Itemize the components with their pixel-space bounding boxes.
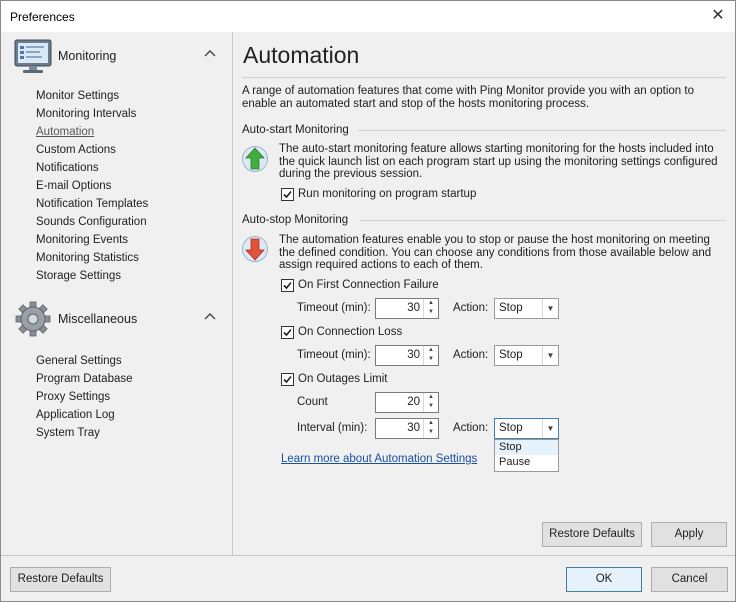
group-miscellaneous[interactable]: Miscellaneous [14,300,222,338]
autostart-heading-line [358,130,726,131]
connection-loss-action-value: Stop [499,349,523,361]
connection-loss-checkbox[interactable] [281,326,294,339]
spin-down-icon[interactable]: ▼ [424,355,438,364]
connection-loss-action-select[interactable]: Stop ▼ [494,345,559,366]
nav-sounds-configuration[interactable]: Sounds Configuration [36,213,148,231]
monitor-icon [14,39,52,73]
connection-loss-timeout-spinner[interactable]: 30 ▲ ▼ [375,345,439,366]
outages-count-value: 20 [407,396,420,408]
learn-more-link[interactable]: Learn more about Automation Settings [281,453,477,465]
nav-monitoring-statistics[interactable]: Monitoring Statistics [36,249,148,267]
window-title: Preferences [10,10,75,24]
chevron-down-icon: ▼ [542,299,558,318]
autostart-heading: Auto-start Monitoring [242,124,349,136]
arrow-up-icon [242,146,268,172]
preferences-window: Preferences ✕ Monitoring Monitor Setting… [0,0,736,602]
page-title: Automation [243,42,360,68]
connection-loss-timeout-label: Timeout (min): [297,349,371,361]
outages-limit-label: On Outages Limit [298,373,388,385]
nav-monitoring-intervals[interactable]: Monitoring Intervals [36,105,148,123]
first-failure-action-label: Action: [453,302,489,314]
first-failure-action-select[interactable]: Stop ▼ [494,298,559,319]
nav-automation[interactable]: Automation [36,123,148,141]
nav-general-settings[interactable]: General Settings [36,352,133,370]
chevron-up-icon[interactable] [204,48,216,60]
option-pause[interactable]: Pause [495,455,558,470]
spin-down-icon[interactable]: ▼ [424,428,438,437]
group-label-monitoring: Monitoring [58,49,117,63]
nav-system-tray[interactable]: System Tray [36,424,133,442]
outages-count-spinner[interactable]: 20 ▲ ▼ [375,392,439,413]
run-on-startup-checkbox[interactable] [281,188,294,201]
cancel-button[interactable]: Cancel [651,567,728,592]
title-separator [242,77,726,78]
nav-notification-templates[interactable]: Notification Templates [36,195,148,213]
first-failure-label: On First Connection Failure [298,279,439,291]
nav-monitor-settings[interactable]: Monitor Settings [36,87,148,105]
miscellaneous-nav: General Settings Program Database Proxy … [36,352,133,442]
first-failure-timeout-label: Timeout (min): [297,302,371,314]
automation-panel: Automation A range of automation feature… [233,32,735,555]
nav-notifications[interactable]: Notifications [36,159,148,177]
group-label-miscellaneous: Miscellaneous [58,312,138,326]
nav-storage-settings[interactable]: Storage Settings [36,267,148,285]
ok-button[interactable]: OK [566,567,642,592]
spin-up-icon[interactable]: ▲ [424,346,438,355]
intro-text: A range of automation features that come… [242,85,694,110]
autostop-heading-line [360,220,726,221]
chevron-down-icon: ▼ [542,346,558,365]
first-failure-timeout-value: 30 [407,302,420,314]
restore-defaults-button[interactable]: Restore Defaults [542,522,642,547]
first-failure-checkbox[interactable] [281,279,294,292]
nav-program-database[interactable]: Program Database [36,370,133,388]
nav-email-options[interactable]: E-mail Options [36,177,148,195]
outages-action-value: Stop [499,422,523,434]
spin-down-icon[interactable]: ▼ [424,402,438,411]
title-bar: Preferences ✕ [1,1,735,32]
gear-icon [15,301,51,337]
first-failure-action-value: Stop [499,302,523,314]
outages-count-label: Count [297,396,328,408]
outages-interval-value: 30 [407,422,420,434]
chevron-up-icon[interactable] [204,311,216,323]
outages-action-dropdown: Stop Pause [494,439,559,472]
nav-proxy-settings[interactable]: Proxy Settings [36,388,133,406]
footer-restore-defaults-button[interactable]: Restore Defaults [10,567,111,592]
spin-up-icon[interactable]: ▲ [424,299,438,308]
run-on-startup-label: Run monitoring on program startup [298,188,477,200]
chevron-down-icon: ▼ [542,419,558,438]
connection-loss-action-label: Action: [453,349,489,361]
nav-application-log[interactable]: Application Log [36,406,133,424]
sidebar: Monitoring Monitor Settings Monitoring I… [2,32,232,555]
autostop-description: The automation features enable you to st… [279,234,712,271]
apply-button[interactable]: Apply [651,522,727,547]
option-stop[interactable]: Stop [495,440,558,455]
outages-limit-checkbox[interactable] [281,373,294,386]
spin-up-icon[interactable]: ▲ [424,419,438,428]
outages-action-label: Action: [453,422,489,434]
connection-loss-timeout-value: 30 [407,349,420,361]
spin-up-icon[interactable]: ▲ [424,393,438,402]
spin-down-icon[interactable]: ▼ [424,308,438,317]
autostart-description: The auto-start monitoring feature allows… [279,143,718,180]
close-icon[interactable]: ✕ [707,5,729,27]
first-failure-timeout-spinner[interactable]: 30 ▲ ▼ [375,298,439,319]
connection-loss-label: On Connection Loss [298,326,403,338]
autostop-heading: Auto-stop Monitoring [242,214,349,226]
footer-separator [1,555,735,556]
nav-monitoring-events[interactable]: Monitoring Events [36,231,148,249]
group-monitoring[interactable]: Monitoring [14,37,222,75]
nav-custom-actions[interactable]: Custom Actions [36,141,148,159]
outages-interval-label: Interval (min): [297,422,368,434]
outages-interval-spinner[interactable]: 30 ▲ ▼ [375,418,439,439]
outages-action-select[interactable]: Stop ▼ [494,418,559,439]
monitoring-nav: Monitor Settings Monitoring Intervals Au… [36,87,148,285]
arrow-down-icon [242,236,268,262]
